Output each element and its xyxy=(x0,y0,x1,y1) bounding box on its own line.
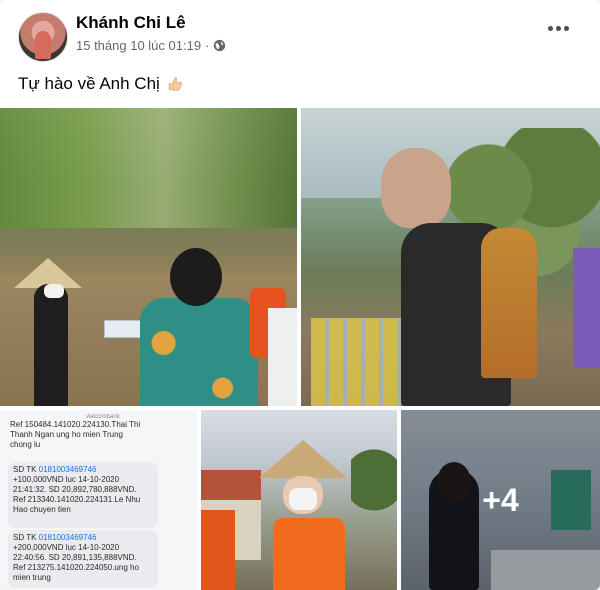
receipt-line: Hao chuyen tien xyxy=(13,505,71,514)
post-timestamp[interactable]: 15 tháng 10 lúc 01:19 xyxy=(76,38,201,53)
receipt-line: mien trung xyxy=(13,573,51,582)
photo-flood-relief-2[interactable] xyxy=(301,108,600,406)
account-link[interactable]: 0181003469746 xyxy=(39,533,97,542)
receipt-prefix: SD TK xyxy=(13,465,39,474)
more-dot xyxy=(556,26,561,31)
conical-hat xyxy=(259,440,347,478)
orange-life-vest xyxy=(273,518,345,590)
person-floral-shirt xyxy=(140,298,258,406)
receipt-line: Ref 213275.141020.224050.ung ho xyxy=(13,563,139,572)
receipt-line: 22:40:56. SD 20,891,135,888VND. xyxy=(13,553,137,562)
post-header: Khánh Chi Lê 15 tháng 10 lúc 01:19 · xyxy=(0,0,600,70)
bank-sms-receipt: vietcombank Ref 150484.141020.224130.Tha… xyxy=(6,410,191,590)
receipt-line: Thanh Ngan ung ho mien Trung xyxy=(10,430,123,439)
head-black-hair xyxy=(170,248,222,306)
more-options-button[interactable] xyxy=(548,26,572,36)
more-dot xyxy=(564,26,569,31)
elderly-man-head xyxy=(381,148,451,228)
avatar[interactable] xyxy=(18,12,68,62)
post-meta: 15 tháng 10 lúc 01:19 · xyxy=(76,38,226,53)
person-black-outfit xyxy=(34,284,68,406)
more-dot xyxy=(548,26,553,31)
sms-bubble-1: SD TK 0181003469746 +100,000VND luc 14-1… xyxy=(8,462,158,528)
photo-flood-relief-1[interactable] xyxy=(0,108,297,406)
receipt-account-line: SD TK 0181003469746 xyxy=(13,465,153,475)
receipt-line: Ref 150484.141020.224130.Thai Thi xyxy=(10,420,141,429)
house-roof xyxy=(201,470,261,500)
photo-more-images[interactable]: +4 xyxy=(401,410,600,590)
receipt-account-line: SD TK 0181003469746 xyxy=(13,533,153,543)
post-card: Khánh Chi Lê 15 tháng 10 lúc 01:19 · Tự … xyxy=(0,0,600,590)
receipt-prefix: SD TK xyxy=(13,533,39,542)
white-shirt-person xyxy=(268,308,297,406)
orange-life-vest-left xyxy=(201,510,235,590)
photo-bank-sms[interactable]: vietcombank Ref 150484.141020.224130.Tha… xyxy=(0,410,197,590)
meta-separator: · xyxy=(205,38,210,53)
receipt-line: chong lu xyxy=(10,440,41,449)
woman-patterned-dress xyxy=(481,228,537,378)
receipt-line: +200,000VND luc 14-10-2020 xyxy=(13,543,120,552)
post-status: Tự hào về Anh Chị xyxy=(18,74,184,94)
more-photos-overlay[interactable]: +4 xyxy=(401,410,600,590)
avatar-figure xyxy=(35,31,51,59)
receipt-line: Ref 213340.141020.224131.Le Nhu xyxy=(13,495,141,504)
plants xyxy=(0,108,297,228)
person-purple xyxy=(573,248,600,368)
receipt-line: +100,000VND luc 14-10-2020 xyxy=(13,475,120,484)
water-bottles xyxy=(311,318,401,406)
photo-life-vest[interactable] xyxy=(201,410,397,590)
tree-right xyxy=(351,430,397,530)
account-link[interactable]: 0181003469746 xyxy=(39,465,97,474)
sms-bubble-2: SD TK 0181003469746 +200,000VND luc 14-1… xyxy=(8,530,158,588)
face-mask xyxy=(44,284,64,298)
receipt-line: 21:41:32. SD 20,892,780,888VND. xyxy=(13,485,137,494)
status-text: Tự hào về Anh Chị xyxy=(18,74,160,93)
more-photos-count: +4 xyxy=(482,481,519,518)
globe-icon[interactable] xyxy=(213,39,226,52)
face-mask xyxy=(289,488,317,510)
author-name[interactable]: Khánh Chi Lê xyxy=(76,13,186,33)
thumbs-up-icon xyxy=(168,77,182,91)
